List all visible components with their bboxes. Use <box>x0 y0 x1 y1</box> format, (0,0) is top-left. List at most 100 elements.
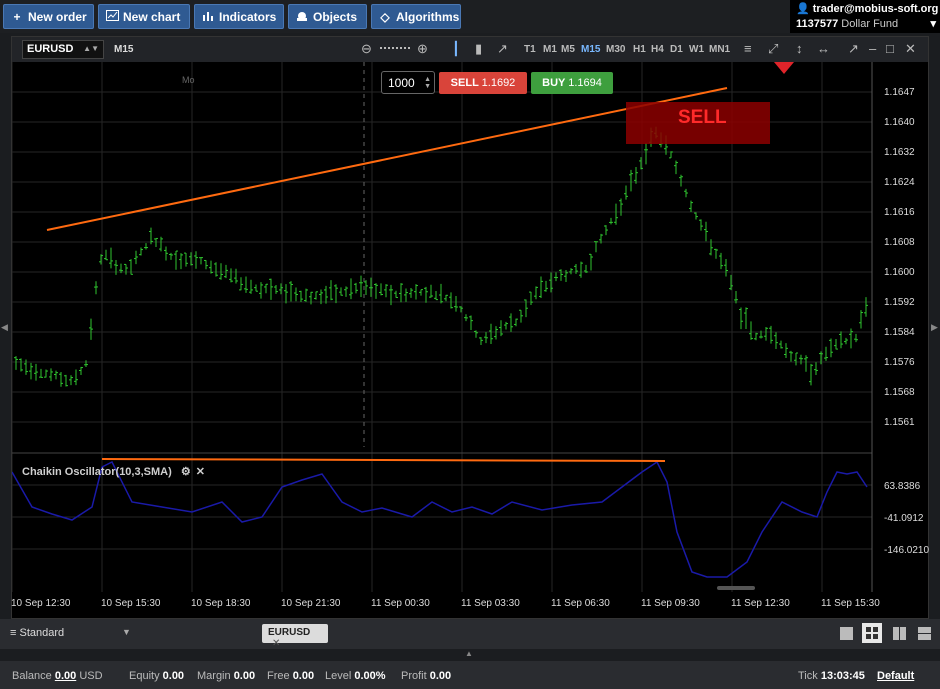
new-order-button[interactable]: + New order <box>3 4 94 29</box>
sell-button[interactable]: SELL 1.1692 <box>439 72 527 94</box>
sell-signal-box[interactable]: SELL <box>626 102 770 144</box>
time-label: 11 Sep 03:30 <box>461 598 520 609</box>
time-label: 10 Sep 21:30 <box>281 598 341 609</box>
tf-m5[interactable]: M5 <box>561 44 575 55</box>
chevron-up-icon: ▲ <box>465 649 473 658</box>
left-collapse-icon[interactable]: ◀ <box>1 322 8 333</box>
price-label: 1.1624 <box>884 177 915 188</box>
profit-item: Profit 0.00 <box>401 670 452 682</box>
tf-m30[interactable]: M30 <box>606 44 625 55</box>
close-icon[interactable]: ✕ <box>196 466 205 478</box>
time-label: 11 Sep 06:30 <box>551 598 610 609</box>
tick-item: Tick 13:03:45 <box>798 670 865 682</box>
margin-item: Margin 0.00 <box>197 670 256 682</box>
plus-icon: + <box>13 9 21 24</box>
time-label: 11 Sep 15:30 <box>821 598 880 609</box>
time-label: 10 Sep 15:30 <box>101 598 161 609</box>
symbol-select[interactable]: EURUSD ▲▼ <box>22 40 104 59</box>
maximize-icon[interactable]: □ <box>886 41 894 56</box>
zoom-in-icon[interactable]: ⊕ <box>417 41 428 57</box>
account-user: trader@mobius-soft.org <box>812 3 939 15</box>
right-collapse-icon[interactable]: ▶ <box>931 322 938 333</box>
popout-icon[interactable]: ↗ <box>848 41 859 57</box>
tf-m1[interactable]: M1 <box>543 44 557 55</box>
price-label: 1.1640 <box>884 117 915 128</box>
new-chart-button[interactable]: New chart <box>98 4 190 29</box>
tab-bar: ≡ Standard ▼ EURUSD ✕ <box>0 619 940 649</box>
equity-item: Equity 0.00 <box>129 670 185 682</box>
minimize-icon[interactable]: – <box>869 41 876 56</box>
quantity-input[interactable]: 1000 ▲ ▼ <box>381 71 435 94</box>
layout-select[interactable]: ≡ Standard ▼ <box>10 627 131 639</box>
price-trendline[interactable] <box>46 87 728 231</box>
time-label: 10 Sep 12:30 <box>11 598 71 609</box>
price-label: 1.1561 <box>884 417 915 428</box>
free-item: Free 0.00 <box>267 670 315 682</box>
oscillator-trendline[interactable] <box>101 458 666 462</box>
account-panel[interactable]: 👤 trader@mobius-soft.org 1137577 Dollar … <box>790 0 940 33</box>
tick-mode-select[interactable]: Default <box>877 670 914 682</box>
tf-mn1[interactable]: MN1 <box>709 44 730 55</box>
price-label: 1.1608 <box>884 237 915 248</box>
spinner-icon: ▲▼ <box>83 44 99 53</box>
bar-chart-icon[interactable]: ┃ <box>452 41 460 57</box>
objects-icon <box>295 10 309 24</box>
chart-icon <box>105 9 119 24</box>
level-item: Level 0.00% <box>325 670 386 682</box>
close-icon[interactable]: ✕ <box>272 638 280 649</box>
tf-h1[interactable]: H1 <box>633 44 646 55</box>
dropdown-icon[interactable]: ▾ <box>930 17 936 32</box>
price-label: 1.1592 <box>884 297 915 308</box>
scroll-handle[interactable] <box>717 586 755 590</box>
account-fund: Dollar Fund <box>841 18 899 30</box>
price-label: 1.1647 <box>884 87 915 98</box>
splitter[interactable]: ▲ <box>0 649 940 661</box>
spinner-icon: ▲▼ <box>424 76 431 90</box>
gear-icon[interactable]: ⚙ <box>181 466 191 478</box>
tab-eurusd[interactable]: EURUSD ✕ <box>262 624 328 649</box>
price-marker-icon <box>774 62 794 74</box>
price-label: 1.1576 <box>884 357 915 368</box>
main-toolbar: + New order New chart Indicators Objects … <box>0 0 940 33</box>
tf-m15[interactable]: M15 <box>581 44 600 55</box>
account-id: 1137577 <box>796 18 839 30</box>
indicators-button[interactable]: Indicators <box>194 4 284 29</box>
zoom-out-icon[interactable]: ⊖ <box>361 41 372 57</box>
settings-lines-icon[interactable]: ≡ <box>744 41 752 56</box>
price-chart[interactable] <box>12 62 928 618</box>
horizontal-resize-icon[interactable]: ↔ <box>817 41 830 56</box>
chart-header <box>12 37 928 62</box>
price-label: 1.1584 <box>884 327 915 338</box>
objects-button[interactable]: Objects <box>288 4 367 29</box>
line-chart-icon[interactable]: ↗ <box>497 41 508 57</box>
tf-h4[interactable]: H4 <box>651 44 664 55</box>
price-label: 1.1568 <box>884 387 915 398</box>
price-label: 1.1600 <box>884 267 915 278</box>
time-label: 11 Sep 00:30 <box>371 598 430 609</box>
tf-t1[interactable]: T1 <box>524 44 536 55</box>
bars-icon <box>201 10 215 24</box>
layout-columns-icon[interactable] <box>893 627 906 645</box>
layout-single-icon[interactable] <box>840 627 853 640</box>
balance-value[interactable]: 0.00 <box>55 670 76 682</box>
balance-item: Balance 0.00 USD <box>12 670 103 682</box>
time-label: 10 Sep 18:30 <box>191 598 251 609</box>
vertical-resize-icon[interactable]: ↕ <box>796 41 803 56</box>
user-icon: 👤 <box>796 3 810 15</box>
price-bars <box>14 126 868 387</box>
osc-level-label: -146.0210 <box>884 545 930 556</box>
layout-grid-icon[interactable] <box>862 623 882 643</box>
day-marker: Mo <box>182 75 195 85</box>
tf-w1[interactable]: W1 <box>689 44 704 55</box>
time-label: 11 Sep 09:30 <box>641 598 700 609</box>
layout-rows-icon[interactable] <box>918 627 931 645</box>
buy-button[interactable]: BUY 1.1694 <box>531 72 613 94</box>
close-icon[interactable]: ✕ <box>905 41 916 57</box>
timeframe-label: M15 <box>114 44 134 55</box>
algorithms-button[interactable]: ◇ Algorithms <box>371 4 461 29</box>
menu-icon: ≡ <box>10 627 17 639</box>
candle-icon[interactable]: ▮ <box>475 41 482 57</box>
tf-d1[interactable]: D1 <box>670 44 683 55</box>
zoom-slider[interactable] <box>380 47 410 52</box>
resize-diagonal-icon[interactable]: ⤢ <box>768 41 778 57</box>
